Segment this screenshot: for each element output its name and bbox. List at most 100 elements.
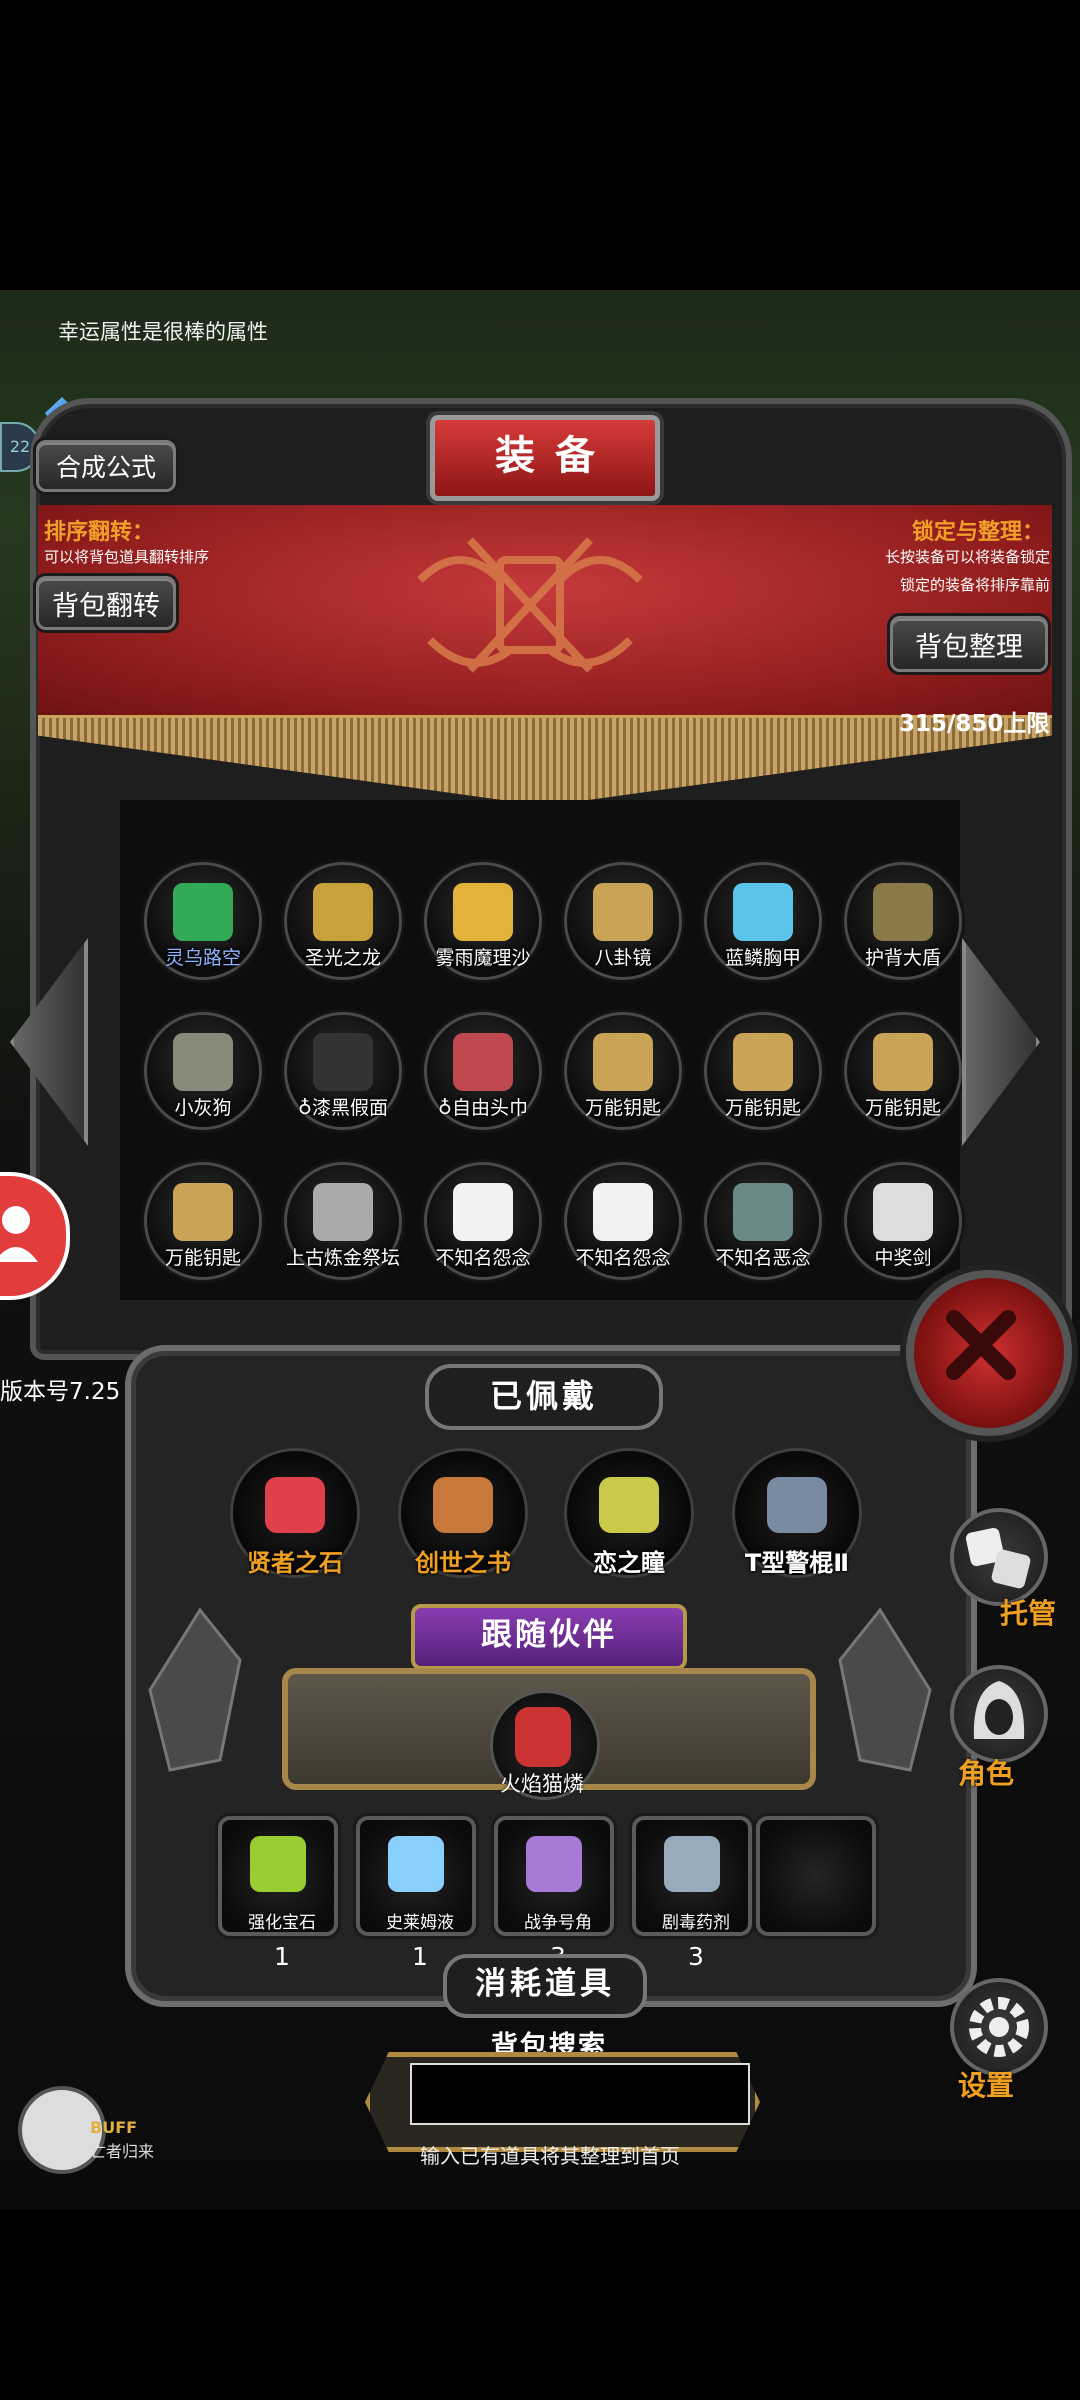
organize-bag-button[interactable]: 背包整理 [890,616,1048,672]
inventory-slot[interactable]: ♁漆黑假面 [284,1012,402,1130]
partner-name: 火焰猫燐 [500,1772,584,1796]
inventory-slot[interactable]: 万能钥匙 [564,1012,682,1130]
consumables-title: 消耗道具 [443,1954,647,2018]
consumable-label: 强化宝石 [248,1913,316,1933]
key-icon [173,1183,233,1241]
inventory-slot[interactable]: 不知名怨念 [564,1162,682,1280]
close-button[interactable] [906,1270,1072,1436]
armor-icon [733,883,793,941]
inventory-item-label: 万能钥匙 [164,1247,241,1269]
left-dragon-statue-icon [148,1607,242,1772]
recipe-button[interactable]: 合成公式 [36,440,176,492]
bandana-icon [453,1033,513,1091]
green-gem-icon [250,1836,306,1892]
panel-title: 装备 [430,415,660,501]
dog-icon [173,1033,233,1091]
inventory-slot[interactable]: 中奖剑 [844,1162,962,1280]
equipped-item-label: 创世之书 [415,1549,511,1577]
equipped-title: 已佩戴 [425,1364,663,1430]
inventory-slot[interactable]: 不知名恶念 [704,1162,822,1280]
equipped-item-label: 贤者之石 [247,1549,343,1577]
mirror-icon [593,883,653,941]
inventory-slot[interactable]: 雾雨魔理沙 [424,862,542,980]
consumable-slot[interactable]: 强化宝石 1 [218,1816,338,1971]
ghost-icon [593,1183,653,1241]
inventory-item-label: ♁漆黑假面 [298,1097,388,1119]
tip-text: 幸运属性是很棒的属性 [58,320,268,344]
flip-bag-button[interactable]: 背包翻转 [36,576,176,630]
inventory-item-label: 灵乌路空 [164,947,241,969]
equipped-item-label: 恋之瞳 [593,1549,665,1577]
bag-capacity: 315/850上限 [899,711,1050,737]
equipped-slot[interactable]: 恋之瞳 [564,1448,694,1578]
lock-desc-1: 长按装备可以将装备锁定 [884,548,1050,566]
horn-icon [526,1836,582,1892]
inventory-slot[interactable]: 上古炼金祭坛 [284,1162,402,1280]
settings-button[interactable] [950,1978,1048,2076]
inventory-item-label: 不知名恶念 [715,1247,811,1269]
crossed-swords-emblem-icon [417,537,643,673]
equipped-item-label: T型警棍Ⅱ [744,1549,850,1577]
profile-button[interactable] [0,1172,70,1300]
inventory-item-label: 八卦镜 [594,947,652,969]
inventory-item-label: 护背大盾 [864,947,941,969]
skull-pile-icon [313,1183,373,1241]
buff-title: BUFF [90,2118,138,2137]
sort-flip-title: 排序翻转： [44,520,155,545]
consumable-label: 史莱姆液 [386,1913,454,1933]
inventory-item-label: 小灰狗 [174,1097,232,1119]
consumable-label: 剧毒药剂 [662,1913,730,1933]
inventory-slot[interactable]: 护背大盾 [844,862,962,980]
key-icon [593,1033,653,1091]
inventory-slot[interactable]: 蓝鳞胸甲 [704,862,822,980]
dragon-icon [313,883,373,941]
steward-label: 托管 [1000,1597,1057,1630]
poison-bottle-icon [664,1836,720,1892]
inventory-item-label: 万能钥匙 [724,1097,801,1119]
inventory-slot[interactable]: 不知名怨念 [424,1162,542,1280]
partner-title: 跟随伙伴 [411,1604,687,1670]
character-icon [173,883,233,941]
equipped-slot[interactable]: 创世之书 [398,1448,528,1578]
key-icon [733,1033,793,1091]
lock-title: 锁定与整理： [911,520,1044,545]
character-label: 角色 [958,1757,1015,1790]
inventory-slot[interactable]: ♁自由头巾 [424,1012,542,1130]
inventory-item-label: 不知名怨念 [435,1247,531,1269]
gear-icon [969,1997,1029,2057]
dice-icon [965,1527,1031,1589]
consumable-slot[interactable]: 剧毒药剂 3 [632,1816,752,1971]
right-dragon-statue-icon [838,1607,932,1772]
inventory-slot[interactable]: 小灰狗 [144,1012,262,1130]
sword-icon [873,1183,933,1241]
inventory-item-label: 上古炼金祭坛 [285,1247,400,1269]
book-icon [433,1477,493,1533]
baton-icon [767,1477,827,1533]
consumable-count: 3 [688,1942,704,1971]
person-icon [0,1206,38,1262]
inventory-slot[interactable]: 八卦镜 [564,862,682,980]
witch-icon [453,883,513,941]
inventory-slot[interactable]: 万能钥匙 [844,1012,962,1130]
dark-ghost-icon [733,1183,793,1241]
equipped-slot[interactable]: 贤者之石 [230,1448,360,1578]
inventory-item-label: 蓝鳞胸甲 [724,947,801,969]
hooded-figure-icon [973,1681,1025,1739]
inventory-item-label: 圣光之龙 [304,947,381,969]
close-icon [946,1310,1016,1380]
inventory-item-label: 雾雨魔理沙 [435,947,531,969]
equipped-slot[interactable]: T型警棍Ⅱ [732,1448,862,1578]
character-button[interactable] [950,1665,1048,1763]
inventory-slot[interactable]: 万能钥匙 [704,1012,822,1130]
inventory-slot[interactable]: 灵乌路空 [144,862,262,980]
buff-name: 亡者归来 [90,2142,155,2161]
bag-search-input[interactable] [410,2063,750,2125]
mask-icon [313,1033,373,1091]
inventory-slot[interactable]: 圣光之龙 [284,862,402,980]
inventory-slot[interactable]: 万能钥匙 [144,1162,262,1280]
empty-consumable-slot[interactable] [756,1816,876,1936]
inventory-item-label: 中奖剑 [874,1247,932,1269]
catgirl-icon [515,1707,571,1767]
consumable-slot[interactable]: 史莱姆液 1 [356,1816,476,1971]
consumable-slot[interactable]: 战争号角3 [494,1816,614,1971]
